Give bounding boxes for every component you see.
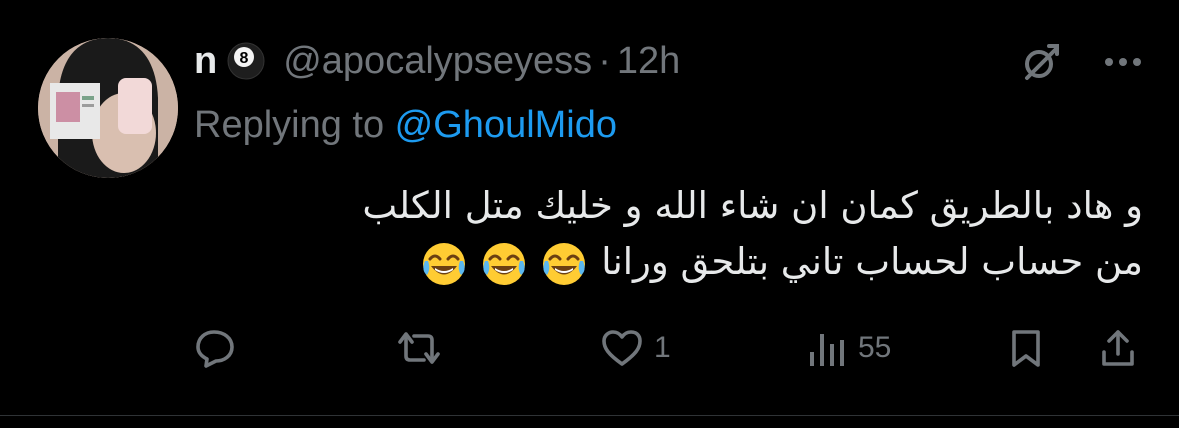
like-count: 1: [654, 331, 671, 364]
grok-icon[interactable]: [1019, 40, 1063, 84]
reply-icon: [194, 328, 236, 368]
heart-icon: [600, 328, 644, 368]
bookmark-icon: [1008, 328, 1044, 368]
face-with-tears-of-joy-icon: [421, 241, 467, 287]
views-icon: [806, 328, 848, 368]
views-count: 55: [858, 331, 892, 364]
share-icon: [1100, 328, 1136, 368]
retweet-button[interactable]: [394, 326, 454, 370]
separator-dot: ·: [598, 39, 611, 82]
face-with-tears-of-joy-icon: [481, 241, 527, 287]
more-icon[interactable]: [1103, 56, 1143, 68]
tweet-header: n 8 @apocalypseyess · 12h: [194, 36, 680, 86]
tweet-actions: 1 55: [194, 326, 1144, 370]
tweet-top-actions: [1019, 40, 1143, 84]
tweet-text-line-2: من حساب لحساب تاني بتلحق ورانا: [223, 234, 1143, 290]
tweet-text: و هاد بالطريق كمان ان شاء الله و خليك مت…: [223, 178, 1143, 290]
replying-prefix: Replying to: [194, 104, 395, 146]
svg-text:8: 8: [240, 50, 249, 67]
handle[interactable]: @apocalypseyess: [283, 40, 592, 83]
tweet-text-line-1: و هاد بالطريق كمان ان شاء الله و خليك مت…: [362, 184, 1143, 227]
reply-button[interactable]: [194, 326, 246, 370]
retweet-icon: [394, 328, 444, 368]
tweet-emojis: [421, 241, 587, 287]
display-name[interactable]: n: [194, 40, 217, 83]
replying-mention-link[interactable]: @GhoulMido: [395, 104, 617, 146]
divider: [0, 415, 1179, 416]
replying-to: Replying to @GhoulMido: [194, 104, 617, 147]
avatar[interactable]: [38, 38, 178, 178]
face-with-tears-of-joy-icon: [541, 241, 587, 287]
tweet-text-line-2-text: من حساب لحساب تاني بتلحق ورانا: [601, 240, 1143, 283]
like-button[interactable]: 1: [600, 326, 671, 370]
timestamp[interactable]: 12h: [617, 40, 680, 83]
views-button[interactable]: 55: [806, 326, 891, 370]
pool-8-ball-icon: 8: [227, 42, 265, 80]
share-button[interactable]: [1100, 326, 1136, 370]
bookmark-button[interactable]: [1008, 326, 1044, 370]
